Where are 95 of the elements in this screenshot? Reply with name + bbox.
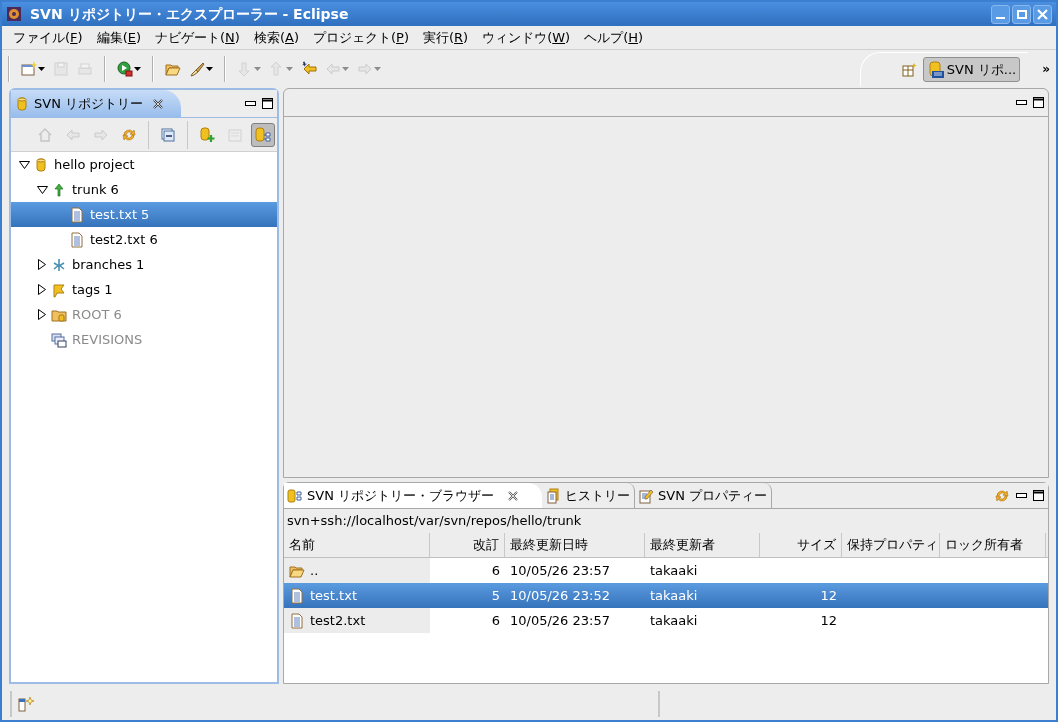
database-icon bbox=[33, 156, 49, 173]
menu-item[interactable]: 検索(A) bbox=[246, 27, 306, 48]
windows-icon bbox=[51, 331, 67, 348]
minimize-icon[interactable] bbox=[1016, 492, 1027, 499]
expanded-triangle-icon[interactable] bbox=[36, 185, 48, 194]
table-cell-text: 6 bbox=[490, 611, 501, 630]
branches-icon bbox=[51, 256, 67, 273]
dropdown-arrow-icon[interactable] bbox=[38, 67, 45, 71]
file-icon bbox=[69, 206, 85, 223]
tree-item[interactable]: test.txt 5 bbox=[11, 202, 277, 227]
database-icon bbox=[926, 60, 945, 79]
dropdown-arrow-icon[interactable] bbox=[134, 67, 141, 71]
window-title: SVN リポジトリー・エクスプローラー - Eclipse bbox=[30, 4, 349, 24]
fast-view-icon[interactable] bbox=[18, 696, 36, 712]
app-logo-icon bbox=[6, 6, 22, 22]
column-header[interactable]: 名前 bbox=[284, 533, 430, 557]
file-icon bbox=[289, 587, 305, 604]
expanded-triangle-icon[interactable] bbox=[18, 160, 30, 169]
more-perspectives-button[interactable]: » bbox=[1042, 63, 1050, 75]
tree-item[interactable]: tags 1 bbox=[11, 277, 277, 302]
table-cell: .. bbox=[284, 558, 430, 583]
collapse-all-icon bbox=[160, 126, 176, 143]
menu-item[interactable]: ファイル(F) bbox=[6, 27, 90, 48]
menu-item[interactable]: ナビゲート(N) bbox=[148, 27, 247, 48]
column-header[interactable]: 改訂 bbox=[430, 533, 505, 557]
menu-item[interactable]: ウィンドウ(W) bbox=[475, 27, 578, 48]
tree-item[interactable]: test2.txt 6 bbox=[11, 227, 277, 252]
history-icon bbox=[545, 487, 561, 504]
home-icon bbox=[37, 126, 53, 143]
file-icon bbox=[69, 231, 85, 248]
maximize-icon[interactable] bbox=[1033, 490, 1044, 501]
folder-icon bbox=[165, 61, 181, 77]
perspective-button[interactable]: SVN リポ... bbox=[922, 57, 1021, 82]
print-icon bbox=[77, 61, 93, 77]
table-cell-text: 5 bbox=[490, 586, 501, 605]
run-icon bbox=[117, 61, 133, 77]
table-cell-text: takaaki bbox=[649, 561, 699, 580]
column-header[interactable]: 最終更新日時 bbox=[505, 533, 645, 557]
table-cell-text: 10/05/26 23:57 bbox=[509, 561, 611, 580]
table-cell-text: 10/05/26 23:57 bbox=[509, 611, 611, 630]
database-layout-icon bbox=[255, 126, 271, 143]
refresh-icon bbox=[121, 126, 137, 143]
menu-item[interactable]: 実行(R) bbox=[415, 27, 476, 48]
tree-item[interactable]: hello project bbox=[11, 152, 277, 177]
new-wizard-icon bbox=[21, 61, 37, 77]
table-cell: test2.txt bbox=[284, 608, 430, 633]
view-tab[interactable]: SVN リポジトリー bbox=[11, 90, 181, 117]
database-icon bbox=[287, 487, 303, 504]
table-cell-text: 10/05/26 23:52 bbox=[509, 586, 611, 605]
refresh-icon[interactable] bbox=[994, 487, 1010, 504]
table-cell-text: 12 bbox=[819, 611, 838, 630]
menu-item[interactable]: プロジェクト(P) bbox=[305, 27, 416, 48]
close-icon[interactable] bbox=[153, 98, 163, 109]
brush-icon bbox=[189, 61, 205, 77]
column-header[interactable]: ロック所有者 bbox=[940, 533, 1046, 557]
dropdown-arrow-icon[interactable] bbox=[206, 67, 213, 71]
table-cell-text: takaaki bbox=[649, 611, 699, 630]
minimize-icon[interactable] bbox=[1016, 99, 1027, 106]
table-row[interactable]: test2.txt 6 10/05/26 23:57 takaaki 12 bbox=[284, 608, 1048, 633]
save-icon bbox=[53, 61, 69, 77]
up-arrow-icon bbox=[51, 181, 67, 198]
view-tab[interactable]: SVN リポジトリー・ブラウザー bbox=[284, 483, 542, 508]
collapsed-triangle-icon[interactable] bbox=[38, 259, 46, 270]
forward-arrow-icon bbox=[357, 61, 373, 77]
maximize-icon[interactable] bbox=[262, 98, 273, 109]
tree-item[interactable]: branches 1 bbox=[11, 252, 277, 277]
collapsed-triangle-icon[interactable] bbox=[38, 284, 46, 295]
table-row[interactable]: .. 6 10/05/26 23:57 takaaki bbox=[284, 558, 1048, 583]
menu-item[interactable]: ヘルプ(H) bbox=[577, 27, 651, 48]
table-cell-text: 6 bbox=[490, 561, 501, 580]
menu-item[interactable]: 編集(E) bbox=[89, 27, 148, 48]
column-header[interactable]: 最終更新者 bbox=[645, 533, 760, 557]
table-row[interactable]: test.txt 5 10/05/26 23:52 takaaki 12 bbox=[284, 583, 1048, 608]
properties-icon bbox=[638, 487, 654, 504]
close-button[interactable] bbox=[1033, 4, 1052, 24]
maximize-button[interactable] bbox=[1012, 4, 1031, 24]
minimize-button[interactable] bbox=[991, 4, 1010, 24]
minimize-icon[interactable] bbox=[245, 100, 256, 107]
table-cell: test.txt bbox=[284, 583, 430, 608]
column-header[interactable]: サイズ bbox=[760, 533, 842, 557]
open-perspective-icon[interactable] bbox=[900, 61, 917, 78]
close-icon[interactable] bbox=[508, 490, 518, 501]
flag-icon bbox=[51, 281, 67, 298]
view-toolbar-button[interactable] bbox=[251, 122, 275, 147]
table-cell-text: takaaki bbox=[649, 586, 699, 605]
add-database-icon bbox=[199, 126, 215, 143]
maximize-icon[interactable] bbox=[1033, 97, 1044, 108]
last-edit-arrow-icon bbox=[301, 61, 317, 77]
tree-item[interactable]: trunk 6 bbox=[11, 177, 277, 202]
table-cell-text: 12 bbox=[819, 586, 838, 605]
back-arrow-icon bbox=[325, 61, 341, 77]
database-icon bbox=[14, 95, 30, 112]
file-icon bbox=[289, 612, 305, 629]
column-header[interactable]: 保持プロパティ bbox=[842, 533, 940, 557]
repository-path: svn+ssh://localhost/var/svn/repos/hello/trunk bbox=[284, 509, 1048, 533]
